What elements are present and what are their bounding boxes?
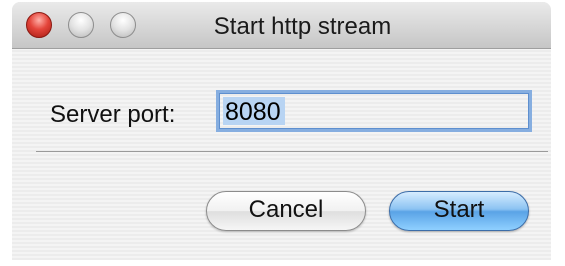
window-title: Start http stream — [213, 13, 392, 40]
cancel-button[interactable]: Cancel — [206, 191, 366, 231]
dialog-window: Start http stream Server port: Cancel St… — [12, 2, 551, 260]
separator — [36, 151, 548, 152]
server-port-input[interactable] — [216, 90, 532, 132]
start-button[interactable]: Start — [389, 191, 529, 231]
server-port-label: Server port: — [50, 101, 176, 128]
title-bar[interactable]: Start http stream — [12, 2, 551, 49]
